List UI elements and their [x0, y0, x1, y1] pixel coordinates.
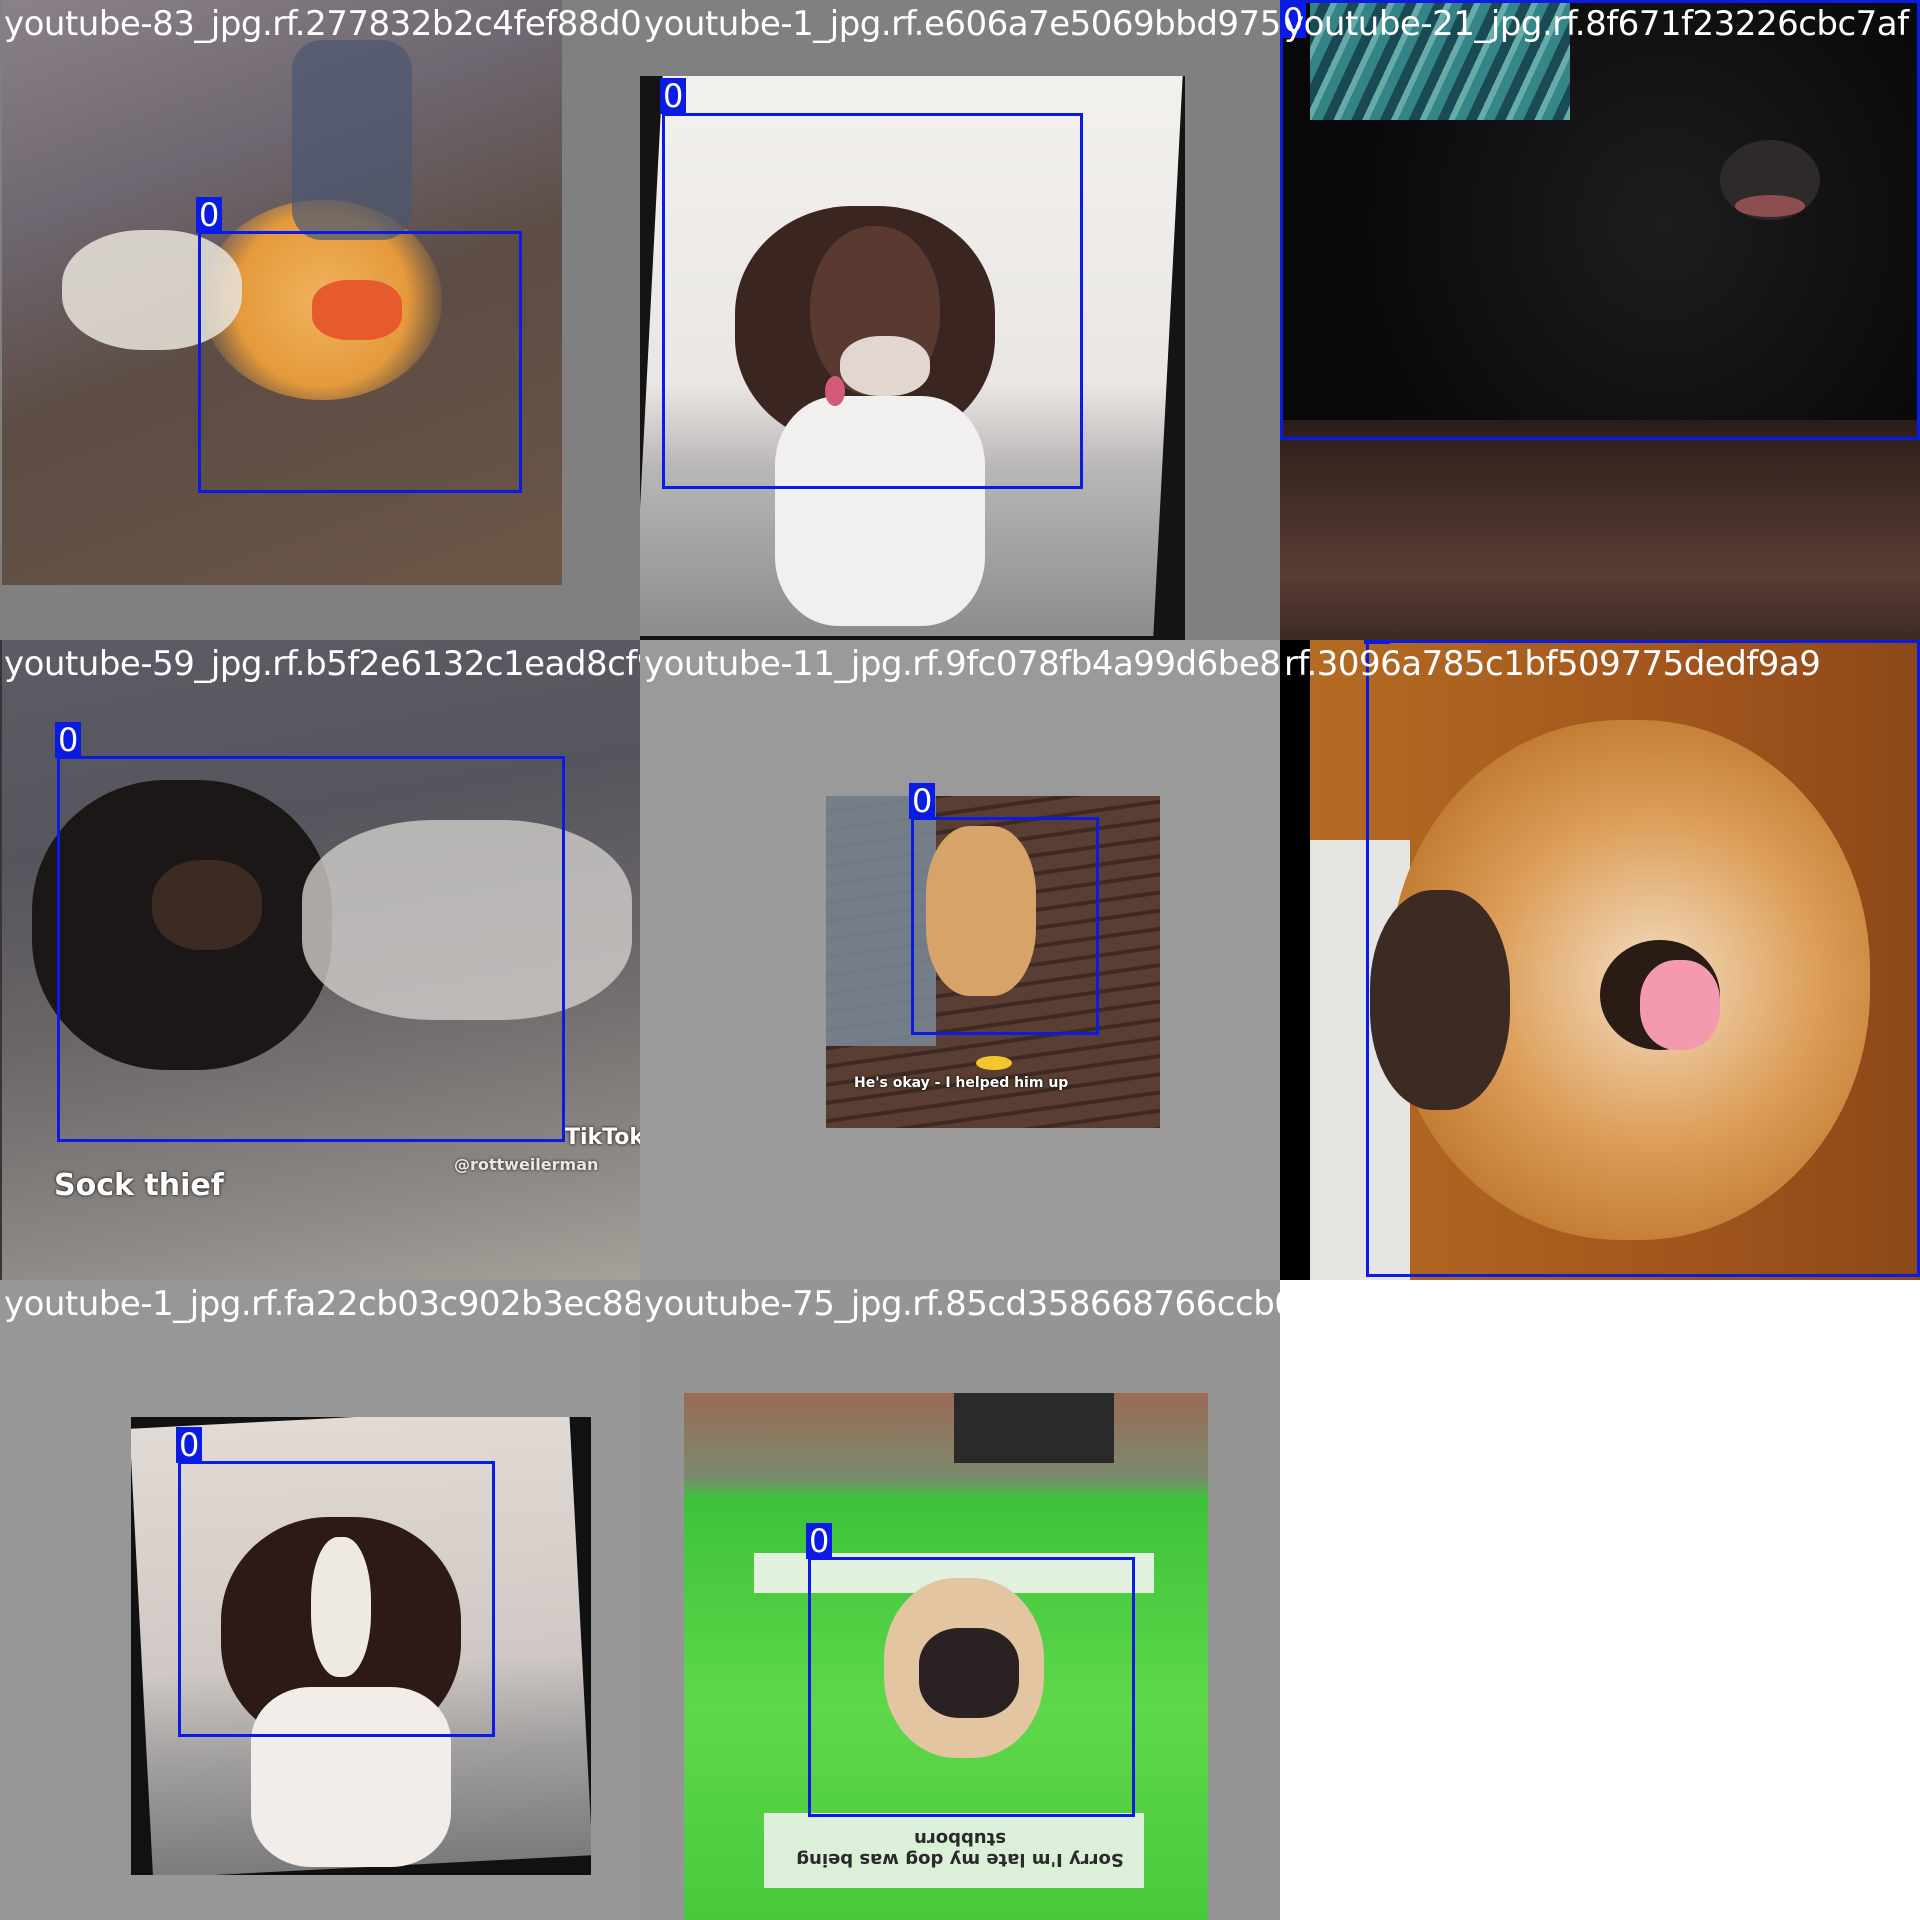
empty-mosaic-slot [1280, 1280, 1920, 1920]
mosaic-tile-5: youtube-11_jpg.rf.9fc078fb4a99d6be828 He… [640, 640, 1280, 1280]
tile-7-filename: youtube-1_jpg.rf.fa22cb03c902b3ec889a804 [4, 1284, 640, 1324]
tile-5-bounding-box [911, 817, 1099, 1035]
tile-1-filename: youtube-83_jpg.rf.277832b2c4fef88d0b7c88 [4, 4, 640, 44]
tile-7-bounding-box [178, 1461, 495, 1737]
tile-8-class-label: 0 [806, 1523, 833, 1559]
mosaic-tile-7: youtube-1_jpg.rf.fa22cb03c902b3ec889a804… [0, 1280, 640, 1920]
mosaic-tile-6: rf.3096a785c1bf509775dedf9a9 0 [1280, 640, 1920, 1280]
tile-5-filename: youtube-11_jpg.rf.9fc078fb4a99d6be828 [644, 644, 1280, 684]
tile-7-class-label: 0 [176, 1427, 203, 1463]
tile-4-bounding-box [57, 756, 565, 1142]
tile-4-handle: @rottweilerman [454, 1155, 599, 1174]
mosaic-tile-3: youtube-21_jpg.rf.8f671f23226cbc7af 0 [1280, 0, 1920, 640]
tile-1-class-label: 0 [196, 197, 223, 233]
tile-4-overlay-text: Sock thief [54, 1168, 224, 1203]
tile-4-class-label: 0 [55, 722, 82, 758]
mosaic-tile-8: youtube-75_jpg.rf.85cd358668766ccb091a3d… [640, 1280, 1280, 1920]
mosaic-tile-2: youtube-1_jpg.rf.e606a7e5069bbd975c72966… [640, 0, 1280, 640]
tile-8-bounding-box [808, 1557, 1135, 1817]
tile-3-filename: youtube-21_jpg.rf.8f671f23226cbc7af [1284, 4, 1909, 44]
tile-6-filename: rf.3096a785c1bf509775dedf9a9 [1284, 644, 1821, 684]
mosaic-tile-1: youtube-83_jpg.rf.277832b2c4fef88d0b7c88… [0, 0, 640, 640]
tile-8-overlay-text: Sorry I'm late my dog was being stubborn [796, 1828, 1124, 1870]
tile-1-bounding-box [198, 231, 522, 493]
tile-3-bounding-box [1280, 0, 1920, 440]
tile-5-class-label: 0 [909, 783, 936, 819]
tile-5-overlay-text: He's okay - I helped him up [854, 1075, 1069, 1091]
tile-8-filename: youtube-75_jpg.rf.85cd358668766ccb091a3d [644, 1284, 1280, 1324]
tile-6-bounding-box [1366, 640, 1920, 1277]
tile-4-watermark: TikTok [565, 1125, 640, 1150]
tile-2-class-label: 0 [660, 78, 687, 114]
tile-2-bounding-box [662, 113, 1083, 489]
tile-4-filename: youtube-59_jpg.rf.b5f2e6132c1ead8cf92667 [4, 644, 640, 684]
mosaic-tile-4: youtube-59_jpg.rf.b5f2e6132c1ead8cf92667… [0, 640, 640, 1280]
tile-2-filename: youtube-1_jpg.rf.e606a7e5069bbd975c72966 [644, 4, 1280, 44]
